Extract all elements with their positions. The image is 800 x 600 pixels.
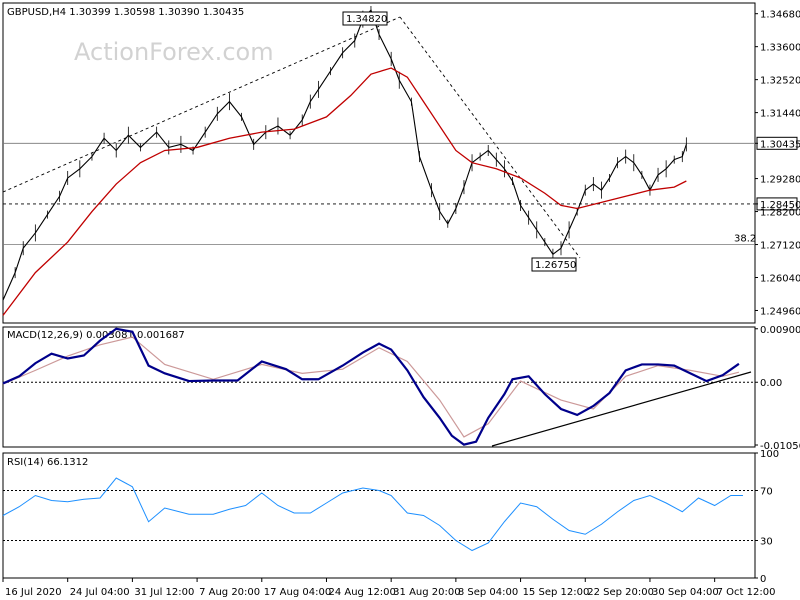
price-axis: 1.34680 1.33600 1.32520 1.31440 1.30435 1.292… xyxy=(755,10,800,317)
price-axis-label: 1.27120 xyxy=(760,241,800,252)
high-label: 1.34820 xyxy=(346,14,387,25)
low-label: 1.26750 xyxy=(535,260,576,271)
price-header: GBPUSD,H4 1.30399 1.30598 1.30390 1.3043… xyxy=(7,7,244,18)
price-axis-label: 1.30435 xyxy=(760,139,800,150)
watermark-text: ActionForex.com xyxy=(74,38,274,66)
time-axis-label: 30 Sep 04:00 xyxy=(652,587,719,598)
time-axis-label: 31 Jul 12:00 xyxy=(134,587,194,598)
rsi-axis: 100 70 30 0 xyxy=(755,449,779,585)
rsi-axis-label: 100 xyxy=(760,449,779,460)
time-axis-label: 17 Aug 04:00 xyxy=(264,587,331,598)
price-panel: GBPUSD,H4 1.30399 1.30598 1.30390 1.3043… xyxy=(2,2,800,324)
price-axis-label: 1.29280 xyxy=(760,175,800,186)
price-axis-label: 1.24960 xyxy=(760,306,800,317)
price-axis-label: 1.26040 xyxy=(760,274,800,285)
rsi-axis-label: 70 xyxy=(760,487,773,498)
rsi-axis-label: 0 xyxy=(760,574,766,585)
time-axis-label: 15 Sep 12:00 xyxy=(523,587,590,598)
time-axis-label: 24 Jul 04:00 xyxy=(70,587,130,598)
time-axis-label: 7 Aug 20:00 xyxy=(199,587,260,598)
time-axis-label: 7 Oct 12:00 xyxy=(717,587,776,598)
fib-label: 38.2 xyxy=(734,234,756,245)
time-axis-label: 24 Aug 12:00 xyxy=(328,587,395,598)
time-axis: 16 Jul 2020 24 Jul 04:00 31 Jul 12:00 7 Aug… xyxy=(2,578,776,598)
rsi-panel: RSI(14) 66.1312 100 70 30 0 xyxy=(2,449,779,585)
macd-panel: MACD(12,26,9) 0.003081 0.001687 0.009003… xyxy=(2,325,800,452)
price-axis-label: 1.34680 xyxy=(760,10,800,21)
time-axis-label: 8 Sep 04:00 xyxy=(458,587,518,598)
price-axis-label: 1.32520 xyxy=(760,76,800,87)
macd-axis-label: 0.009003 xyxy=(760,325,800,336)
price-axis-label: 1.28200 xyxy=(760,208,800,219)
macd-header: MACD(12,26,9) 0.003081 0.001687 xyxy=(7,330,185,341)
price-axis-label: 1.33600 xyxy=(760,43,800,54)
rsi-header: RSI(14) 66.1312 xyxy=(7,457,88,468)
rsi-axis-label: 30 xyxy=(760,537,773,548)
chart-canvas: GBPUSD,H4 1.30399 1.30598 1.30390 1.3043… xyxy=(2,2,800,598)
time-axis-label: 22 Sep 20:00 xyxy=(587,587,654,598)
time-axis-label: 16 Jul 2020 xyxy=(5,587,62,598)
macd-axis-label: 0.00 xyxy=(760,378,782,389)
price-axis-label: 1.31440 xyxy=(760,109,800,120)
time-axis-label: 31 Aug 20:00 xyxy=(393,587,460,598)
macd-axis: 0.0090030.00-0.010566 xyxy=(755,325,800,452)
